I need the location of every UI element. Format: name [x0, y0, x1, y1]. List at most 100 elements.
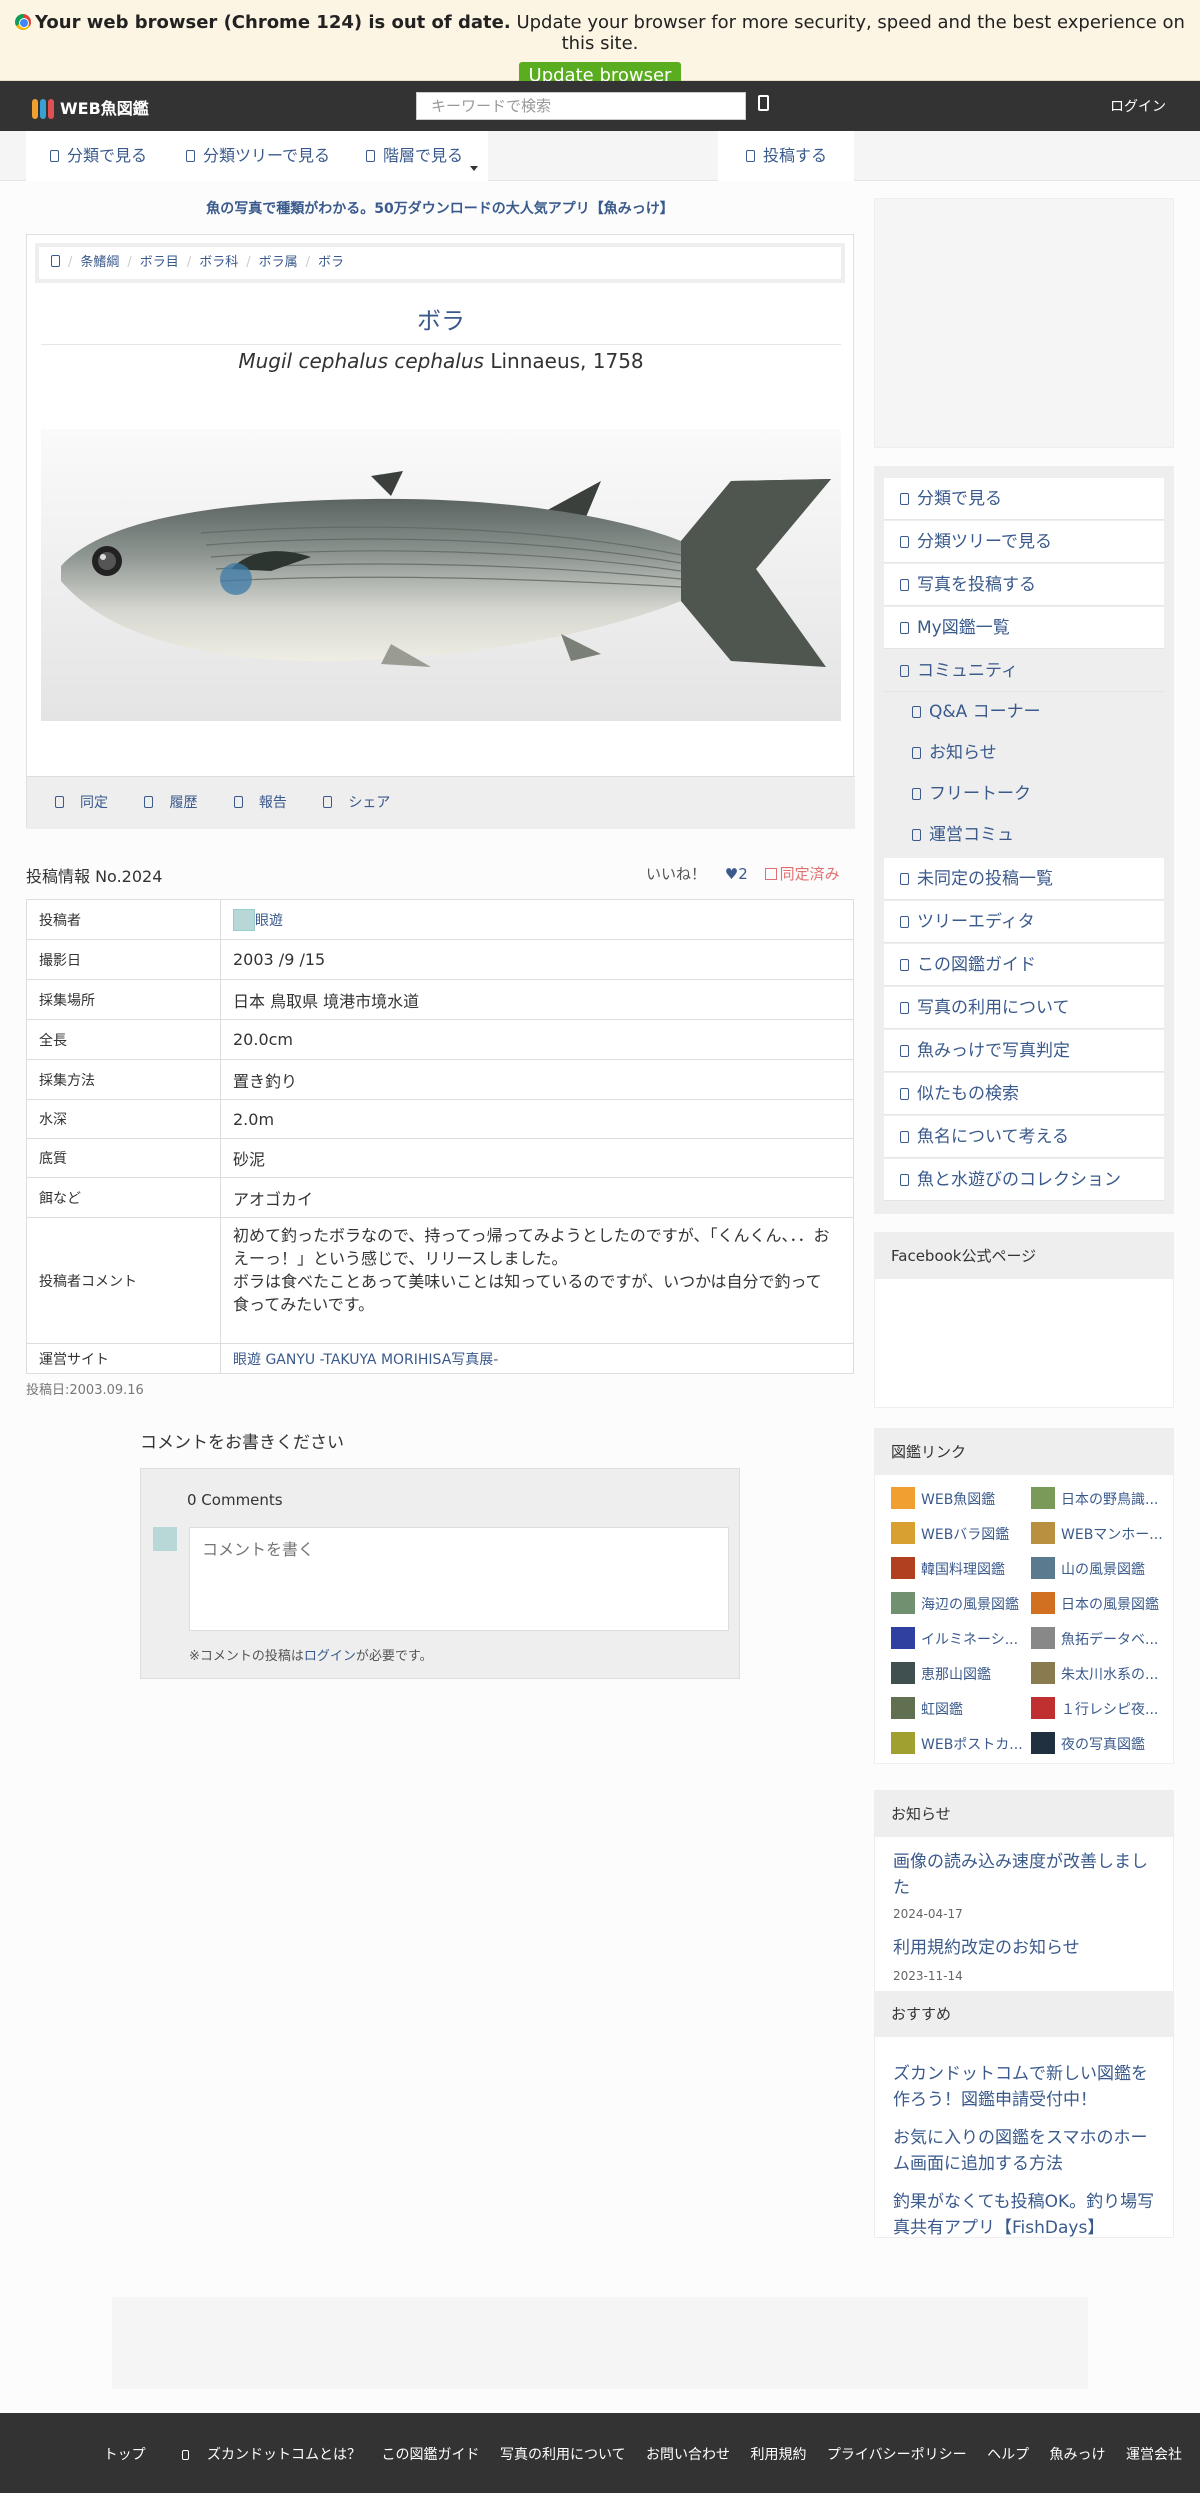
submenu-item[interactable]: Q&A コーナー	[884, 691, 1164, 733]
footer-link[interactable]: トップ	[104, 2447, 146, 2463]
news-item[interactable]: 画像の読み込み速度が改善しました	[893, 1849, 1163, 1901]
login-link[interactable]: ログイン	[1110, 96, 1166, 116]
gear-icon	[912, 829, 921, 841]
menu-item[interactable]: 未同定の投稿一覧	[884, 858, 1164, 900]
breadcrumb-item[interactable]: 条鰭綱	[80, 255, 119, 270]
zukan-link[interactable]: 日本の風景図鑑	[1031, 1592, 1159, 1614]
footer-link[interactable]: ズカンドットコムとは？	[166, 2447, 361, 2463]
footer-link[interactable]: 写真の利用について	[500, 2447, 626, 2463]
zukan-link-label: WEBマンホー...	[1061, 1527, 1163, 1543]
zukan-link[interactable]: 朱太川水系の...	[1031, 1662, 1158, 1684]
menu-item-community[interactable]: コミュニティ	[884, 650, 1164, 692]
breadcrumb-item[interactable]: ボラ属	[259, 255, 298, 270]
fish-photo[interactable]	[41, 429, 841, 721]
identify-button[interactable]: 同定	[55, 795, 124, 811]
menu-item[interactable]: 似たもの検索	[884, 1073, 1164, 1115]
breadcrumb-item[interactable]: ボラ	[318, 255, 344, 270]
nav-by-tree[interactable]: 分類ツリーで見る	[186, 131, 330, 181]
identified-icon	[764, 868, 777, 880]
sub-navbar: 分類で見る 分類ツリーで見る 階層で見る 投稿する	[0, 131, 1200, 181]
submenu-item[interactable]: お知らせ	[884, 732, 1164, 774]
zukan-link[interactable]: 韓国料理図鑑	[891, 1557, 1005, 1579]
like-button[interactable]: いいね！	[646, 865, 706, 883]
menu-item[interactable]: 魚と水遊びのコレクション	[884, 1159, 1164, 1201]
site-logo[interactable]: WEB魚図鑑	[32, 95, 149, 119]
zukan-thumbnail-icon	[891, 1522, 915, 1544]
footer-link[interactable]: 利用規約	[750, 2447, 806, 2463]
zukan-link[interactable]: 山の風景図鑑	[1031, 1557, 1145, 1579]
table-row: 投稿者 眼遊	[26, 899, 854, 940]
zukan-link-label: 虹図鑑	[921, 1702, 963, 1718]
poster-link[interactable]: 眼遊	[255, 913, 283, 929]
zukan-link[interactable]: WEB魚図鑑	[891, 1487, 995, 1509]
footer-link[interactable]: 運営会社	[1126, 2447, 1182, 2463]
recommend-item[interactable]: お気に入りの図鑑をスマホのホーム画面に追加する方法	[893, 2125, 1163, 2177]
nav-by-classification[interactable]: 分類で見る	[50, 131, 147, 181]
recommend-item[interactable]: ズカンドットコムで新しい図鑑を作ろう！図鑑申請受付中！	[893, 2061, 1163, 2113]
zukan-link[interactable]: 海辺の風景図鑑	[891, 1592, 1019, 1614]
list-icon	[50, 150, 59, 162]
zukan-link[interactable]: WEBマンホー...	[1031, 1522, 1163, 1544]
menu-item[interactable]: 分類で見る	[884, 478, 1164, 520]
edit-icon	[900, 916, 909, 928]
footer-link[interactable]: この図鑑ガイド	[382, 2447, 480, 2463]
menu-item[interactable]: 写真を投稿する	[884, 564, 1164, 606]
zukan-link-label: 魚拓データベ...	[1061, 1632, 1159, 1648]
menu-item[interactable]: 魚みっけで写真判定	[884, 1030, 1164, 1072]
zukan-link[interactable]: １行レシピ夜...	[1031, 1697, 1158, 1719]
chevron-down-icon[interactable]	[470, 166, 478, 171]
home-icon[interactable]	[51, 255, 60, 267]
row-label: 採集場所	[26, 979, 221, 1020]
zukan-link[interactable]: WEBバラ図鑑	[891, 1522, 1009, 1544]
zukan-thumbnail-icon	[891, 1732, 915, 1754]
heart-icon[interactable]: ♥	[725, 865, 738, 883]
table-row: 撮影日 2003 /9 /15	[26, 939, 854, 980]
news-item[interactable]: 利用規約改定のお知らせ	[893, 1935, 1163, 1961]
flag-icon	[233, 796, 243, 808]
news-date: 2023-11-14	[893, 1969, 963, 1983]
comment-input[interactable]	[189, 1527, 729, 1631]
news-date: 2024-04-17	[893, 1907, 963, 1921]
chrome-icon	[15, 14, 32, 30]
browser-update-banner: Your web browser (Chrome 124) is out of …	[0, 0, 1200, 89]
zukan-link[interactable]: 日本の野鳥識...	[1031, 1487, 1158, 1509]
app-promo-link[interactable]: 魚の写真で種類がわかる。50万ダウンロードの大人気アプリ【魚みっけ】	[26, 198, 854, 218]
zukan-link[interactable]: 虹図鑑	[891, 1697, 963, 1719]
avatar[interactable]	[233, 908, 255, 931]
report-button[interactable]: 報告	[233, 795, 303, 811]
site-link[interactable]: 眼遊 GANYU -TAKUYA MORIHISA写真展-	[233, 1352, 498, 1368]
upload-icon	[746, 150, 755, 162]
zukan-link[interactable]: 夜の写真図鑑	[1031, 1732, 1145, 1754]
submenu-item[interactable]: 運営コミュ	[884, 814, 1164, 856]
zukan-link[interactable]: WEBポストカ...	[891, 1732, 1023, 1754]
zukan-link-label: WEBバラ図鑑	[921, 1527, 1010, 1543]
menu-item[interactable]: My図鑑一覧	[884, 607, 1164, 649]
footer-link[interactable]: 魚みっけ	[1050, 2447, 1106, 2463]
breadcrumb-item[interactable]: ボラ科	[199, 255, 238, 270]
share-button[interactable]: シェア	[323, 795, 406, 811]
search-input[interactable]	[416, 92, 746, 120]
submenu-item[interactable]: フリートーク	[884, 773, 1164, 815]
zukan-link[interactable]: 魚拓データベ...	[1031, 1627, 1158, 1649]
zukan-link[interactable]: 恵那山図鑑	[891, 1662, 991, 1684]
search-icon[interactable]	[758, 95, 769, 111]
menu-item[interactable]: 分類ツリーで見る	[884, 521, 1164, 563]
footer-link[interactable]: ヘルプ	[987, 2447, 1029, 2463]
row-label: 水深	[26, 1099, 221, 1139]
breadcrumb-item[interactable]: ボラ目	[140, 255, 179, 270]
table-row: 投稿者コメント 初めて釣ったボラなので、持ってっ帰ってみようとしたのですが、「くん…	[26, 1217, 854, 1344]
menu-item[interactable]: 魚名について考える	[884, 1116, 1164, 1158]
menu-item[interactable]: この図鑑ガイド	[884, 944, 1164, 986]
post-date: 投稿日:2003.09.16	[26, 1383, 144, 1398]
nav-post[interactable]: 投稿する	[746, 131, 827, 181]
menu-item[interactable]: ツリーエディタ	[884, 901, 1164, 943]
footer-link[interactable]: プライバシーポリシー	[827, 2447, 967, 2463]
recommend-item[interactable]: 釣果がなくても投稿OK。釣り場写真共有アプリ【FishDays】	[893, 2189, 1163, 2241]
history-button[interactable]: 履歴	[144, 795, 213, 811]
footer-link[interactable]: お問い合わせ	[646, 2447, 730, 2463]
menu-item[interactable]: 写真の利用について	[884, 987, 1164, 1029]
like-count: 2	[738, 865, 748, 883]
nav-by-hierarchy[interactable]: 階層で見る	[366, 131, 463, 181]
login-link[interactable]: ログイン	[304, 1649, 356, 1664]
zukan-link[interactable]: イルミネーシ...	[891, 1627, 1018, 1649]
